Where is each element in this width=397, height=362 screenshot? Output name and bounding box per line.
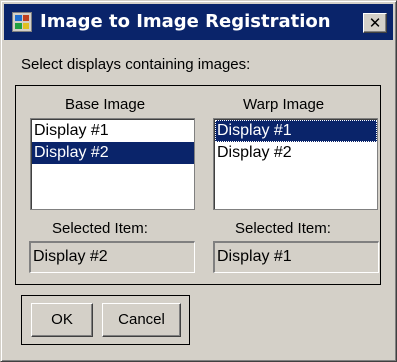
close-button[interactable]: ✕ xyxy=(363,13,387,33)
title-bar[interactable]: Image to Image Registration ✕ xyxy=(4,4,393,40)
dialog-window: Image to Image Registration ✕ Select dis… xyxy=(0,0,397,362)
button-groupbox: OK Cancel xyxy=(21,295,190,345)
warp-list-item-1[interactable]: Display #1 xyxy=(215,120,377,142)
base-selected-item-field: Display #2 xyxy=(29,241,195,273)
warp-selected-item-label: Selected Item: xyxy=(235,220,331,237)
cancel-button[interactable]: Cancel xyxy=(102,303,181,337)
close-icon: ✕ xyxy=(368,14,382,32)
base-list-item-1[interactable]: Display #1 xyxy=(32,120,194,142)
registration-app-icon xyxy=(12,12,32,32)
warp-image-heading: Warp Image xyxy=(243,96,325,113)
ok-button[interactable]: OK xyxy=(31,303,93,337)
base-selected-item-label: Selected Item: xyxy=(52,220,148,237)
window-title: Image to Image Registration xyxy=(40,11,331,32)
base-image-heading: Base Image xyxy=(65,96,146,113)
warp-list-item-2[interactable]: Display #2 xyxy=(215,142,377,164)
warp-selected-item-field: Display #1 xyxy=(213,241,379,273)
base-image-listbox[interactable]: Display #1 Display #2 xyxy=(30,118,195,210)
warp-image-listbox[interactable]: Display #1 Display #2 xyxy=(213,118,378,210)
instruction-label: Select displays containing images: xyxy=(21,56,251,73)
base-list-item-2[interactable]: Display #2 xyxy=(32,142,194,164)
